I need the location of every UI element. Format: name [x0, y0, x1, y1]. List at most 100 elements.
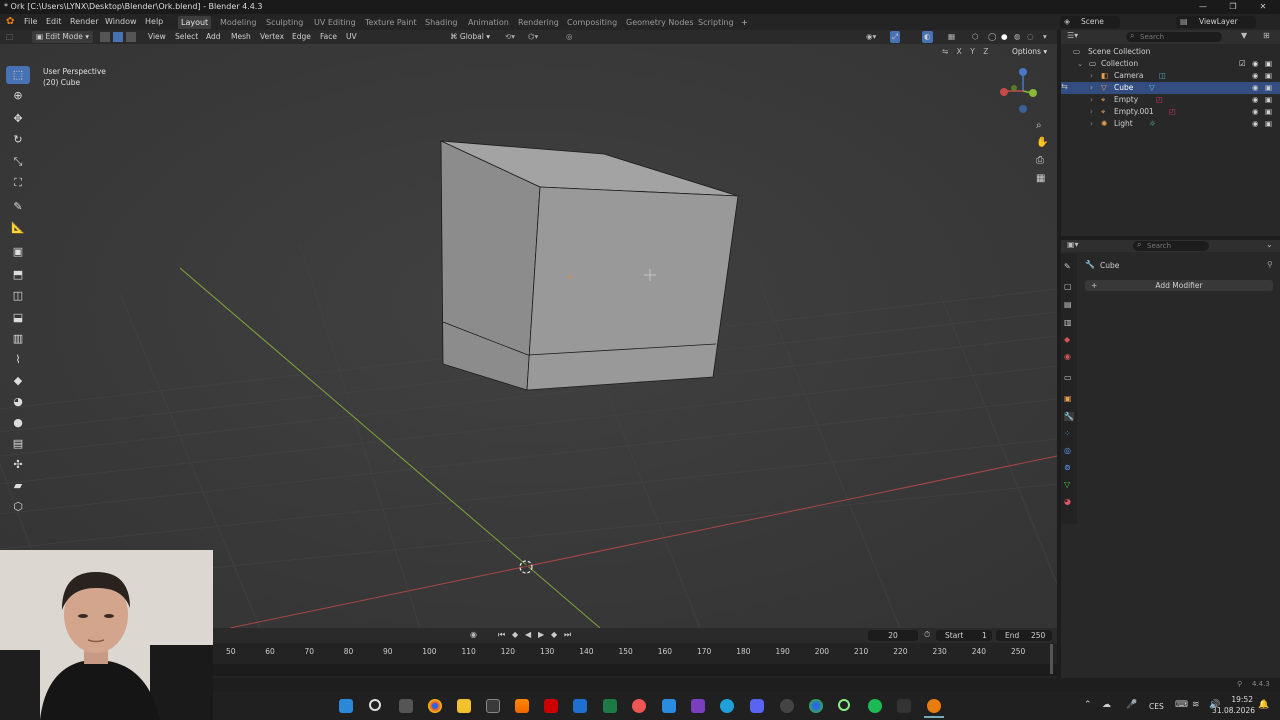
tray-chevron-icon[interactable]: ⌃: [1084, 700, 1092, 710]
edge-icon[interactable]: [720, 699, 734, 713]
close-button[interactable]: ✕: [1248, 0, 1278, 14]
particles-tab-icon[interactable]: ⁘: [1064, 429, 1071, 438]
render-camera-icon[interactable]: ▣: [1265, 70, 1272, 82]
select-box-icon[interactable]: ⬚: [6, 66, 30, 84]
next-keyframe-icon[interactable]: ◆: [551, 630, 557, 639]
store-icon[interactable]: [486, 699, 500, 713]
poly-build-tool-icon[interactable]: ◆: [6, 372, 30, 390]
transform-tool-icon[interactable]: ⛶: [6, 174, 30, 192]
blender-taskbar-icon[interactable]: [927, 699, 941, 713]
menu-edge[interactable]: Edge: [292, 31, 311, 43]
tab-shading[interactable]: Shading: [422, 16, 461, 29]
outliner-item-cube[interactable]: › ▽ Cube ▽ ◉ ▣: [1061, 82, 1280, 94]
menu-vertex[interactable]: Vertex: [260, 31, 284, 43]
tab-animation[interactable]: Animation: [465, 16, 512, 29]
new-collection-icon[interactable]: ⊞: [1263, 31, 1270, 40]
tab-compositing[interactable]: Compositing: [564, 16, 620, 29]
modifier-tab-icon[interactable]: 🔧: [1064, 412, 1074, 421]
outliner-collection[interactable]: ⌄ ▭ Collection ☑ ◉ ▣: [1061, 58, 1280, 70]
terminal-icon[interactable]: [897, 699, 911, 713]
language-indicator[interactable]: CES: [1149, 702, 1164, 711]
vertex-select-icon[interactable]: [100, 32, 110, 42]
mirror-z[interactable]: Z: [983, 47, 988, 56]
render-camera-icon[interactable]: ▣: [1265, 58, 1272, 70]
task-view-icon[interactable]: [399, 699, 413, 713]
scale-tool-icon[interactable]: ⤡: [6, 153, 30, 171]
tab-modeling[interactable]: Modeling: [217, 16, 259, 29]
rotate-tool-icon[interactable]: ↻: [6, 131, 30, 149]
properties-search[interactable]: ⌕ Search: [1133, 240, 1209, 251]
measure-tool-icon[interactable]: 📐: [6, 219, 30, 237]
expand-icon[interactable]: ›: [1090, 82, 1093, 94]
extrude-tool-icon[interactable]: ⬒: [6, 266, 30, 284]
stopwatch-icon[interactable]: ⏱: [924, 630, 930, 640]
shading-solid-icon[interactable]: ●: [1001, 31, 1008, 43]
timeline-scrollbar[interactable]: [1050, 644, 1053, 674]
mic-icon[interactable]: 🎤: [1126, 700, 1137, 710]
menu-file[interactable]: File: [24, 16, 37, 28]
annotate-tool-icon[interactable]: ✎: [6, 198, 30, 216]
tab-rendering[interactable]: Rendering: [515, 16, 562, 29]
scene-selector[interactable]: ◈ Scene: [1060, 16, 1120, 28]
render-camera-icon[interactable]: ▣: [1265, 94, 1272, 106]
discord-icon[interactable]: [750, 699, 764, 713]
menu-mesh[interactable]: Mesh: [231, 31, 251, 43]
visibility-eye-icon[interactable]: ◉: [1252, 118, 1259, 130]
checkbox-icon[interactable]: ☑: [1239, 58, 1246, 70]
visibility-eye-icon[interactable]: ◉: [1252, 70, 1259, 82]
search-taskbar-icon[interactable]: [369, 699, 381, 711]
expand-icon[interactable]: ›: [1090, 70, 1093, 82]
inset-tool-icon[interactable]: ◫: [6, 287, 30, 305]
tab-uv-editing[interactable]: UV Editing: [311, 16, 359, 29]
gizmo-toggle-icon[interactable]: ⤢: [890, 31, 900, 43]
filter-icon[interactable]: ▼: [1241, 31, 1247, 40]
bevel-tool-icon[interactable]: ⬓: [6, 309, 30, 327]
menu-select[interactable]: Select: [175, 31, 198, 43]
maximize-button[interactable]: ❐: [1218, 0, 1248, 14]
cloud-icon[interactable]: ☁: [1102, 700, 1111, 710]
shading-rendered-icon[interactable]: ◌: [1027, 31, 1034, 43]
pivot-icon[interactable]: ⟲▾: [505, 31, 515, 43]
tab-scripting[interactable]: Scripting: [695, 16, 737, 29]
excel-icon[interactable]: [603, 699, 617, 713]
chrome-icon[interactable]: [428, 699, 442, 713]
xray-icon[interactable]: ▦: [948, 31, 955, 43]
physics-tab-icon[interactable]: ◎: [1064, 446, 1071, 455]
acrobat-icon[interactable]: [544, 699, 558, 713]
timeline-track[interactable]: [213, 664, 1057, 676]
add-workspace-icon[interactable]: +: [738, 16, 751, 29]
proportional-edit-icon[interactable]: ◎: [566, 31, 573, 43]
scene-tab-icon[interactable]: ◆: [1064, 335, 1070, 344]
edge-slide-tool-icon[interactable]: ▤: [6, 435, 30, 453]
constraints-tab-icon[interactable]: ⊚: [1064, 463, 1071, 472]
data-tab-icon[interactable]: ▽: [1064, 480, 1070, 489]
expand-icon[interactable]: ›: [1090, 94, 1093, 106]
shading-options-icon[interactable]: ▾: [1043, 31, 1047, 43]
menu-edit[interactable]: Edit: [46, 16, 62, 28]
pin-sidebar-icon[interactable]: ⇆: [1061, 82, 1068, 91]
file-explorer-icon[interactable]: [457, 699, 471, 713]
snap-icon[interactable]: ⌬▾: [528, 31, 538, 43]
world-tab-icon[interactable]: ◉: [1064, 352, 1071, 361]
outlook-icon[interactable]: [662, 699, 676, 713]
menu-uv[interactable]: UV: [346, 31, 357, 43]
play-icon[interactable]: ▶: [538, 630, 544, 639]
move-tool-icon[interactable]: ✥: [6, 110, 30, 128]
shading-material-icon[interactable]: ◍: [1014, 31, 1021, 43]
menu-help[interactable]: Help: [145, 16, 163, 28]
outliner-search[interactable]: ⌕ Search: [1126, 31, 1222, 42]
blender-logo-icon[interactable]: ✿: [6, 16, 14, 28]
3d-viewport[interactable]: ⌕ ✋ ⎙ ▦ User Perspective (20) Cube ⇋ X Y…: [0, 44, 1057, 628]
smooth-tool-icon[interactable]: ●: [6, 414, 30, 432]
render-camera-icon[interactable]: ▣: [1265, 106, 1272, 118]
tab-geometry-nodes[interactable]: Geometry Nodes: [623, 16, 696, 29]
wifi-icon[interactable]: ≋: [1192, 700, 1200, 710]
clock-date[interactable]: 31.08.2026: [1210, 706, 1255, 715]
outliner-scene-collection[interactable]: ▭ Scene Collection: [1061, 46, 1280, 58]
cursor-tool-icon[interactable]: ⊕: [6, 87, 30, 105]
menu-add[interactable]: Add: [206, 31, 221, 43]
orientation-selector[interactable]: ⌘ Global ▾: [450, 31, 490, 43]
windows-start-icon[interactable]: [339, 699, 353, 713]
tool-tab-icon[interactable]: ✎: [1064, 262, 1071, 271]
outliner-item-camera[interactable]: › ◧ Camera ◫ ◉ ▣: [1061, 70, 1280, 82]
